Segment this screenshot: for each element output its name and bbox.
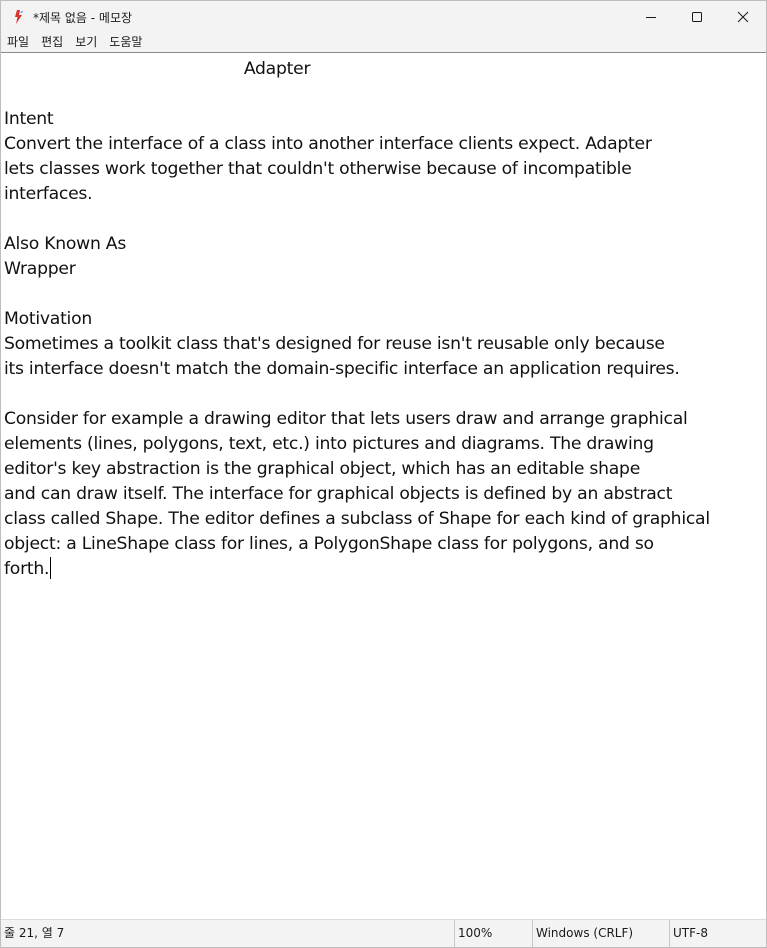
editor-line: Convert the interface of a class into an… xyxy=(4,134,652,154)
editor-line: Intent xyxy=(4,109,54,129)
maximize-button[interactable] xyxy=(674,1,720,33)
editor-line: Adapter xyxy=(4,59,311,79)
minimize-button[interactable] xyxy=(628,1,674,33)
editor-line: and can draw itself. The interface for g… xyxy=(4,484,673,504)
editor-line: Wrapper xyxy=(4,259,76,279)
editor-line: Sometimes a toolkit class that's designe… xyxy=(4,334,665,354)
window-title: *제목 없음 - 메모장 xyxy=(33,10,133,25)
status-zoom: 100% xyxy=(454,920,532,947)
status-encoding: UTF-8 xyxy=(669,920,766,947)
text-editor[interactable]: Adapter Intent Convert the interface of … xyxy=(1,52,766,919)
close-button[interactable] xyxy=(720,1,766,33)
editor-line: Consider for example a drawing editor th… xyxy=(4,409,688,429)
editor-text-content[interactable]: Adapter Intent Convert the interface of … xyxy=(4,57,762,582)
editor-line: Motivation xyxy=(4,309,92,329)
editor-line: forth. xyxy=(4,559,50,579)
minimize-icon xyxy=(646,17,656,18)
menu-edit[interactable]: 편집 xyxy=(35,33,69,52)
editor-line: Also Known As xyxy=(4,234,127,254)
close-icon xyxy=(737,11,749,23)
editor-line: its interface doesn't match the domain-s… xyxy=(4,359,680,379)
maximize-icon xyxy=(692,12,702,22)
menu-bar: 파일 편집 보기 도움말 xyxy=(1,33,766,52)
caption-buttons xyxy=(628,1,766,33)
editor-line: elements (lines, polygons, text, etc.) i… xyxy=(4,434,654,454)
editor-line: interfaces. xyxy=(4,184,93,204)
status-bar: 줄 21, 열 7 100% Windows (CRLF) UTF-8 xyxy=(1,919,766,947)
text-caret xyxy=(50,557,52,579)
notepad-icon xyxy=(11,9,27,25)
status-cursor-position: 줄 21, 열 7 xyxy=(4,926,65,940)
menu-file[interactable]: 파일 xyxy=(1,33,35,52)
menu-view[interactable]: 보기 xyxy=(69,33,103,52)
status-line-ending: Windows (CRLF) xyxy=(532,920,669,947)
editor-line: object: a LineShape class for lines, a P… xyxy=(4,534,654,554)
menu-help[interactable]: 도움말 xyxy=(103,33,148,52)
editor-line: class called Shape. The editor defines a… xyxy=(4,509,710,529)
editor-line: lets classes work together that couldn't… xyxy=(4,159,632,179)
title-bar[interactable]: *제목 없음 - 메모장 xyxy=(1,1,766,33)
notepad-window: *제목 없음 - 메모장 파일 편집 보기 도움말 Adapter Intent… xyxy=(0,0,767,948)
editor-line: editor's key abstraction is the graphica… xyxy=(4,459,641,479)
